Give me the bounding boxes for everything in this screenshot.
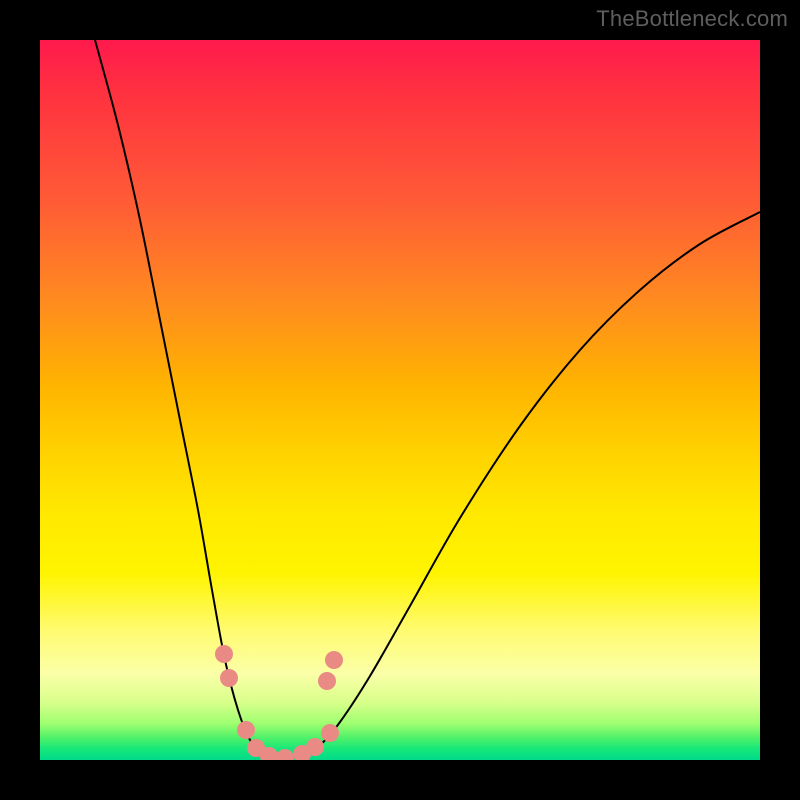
valley-marker (306, 738, 324, 756)
valley-marker (276, 749, 294, 760)
valley-marker (318, 672, 336, 690)
valley-marker (215, 645, 233, 663)
valley-marker (237, 721, 255, 739)
valley-marker (321, 724, 339, 742)
chart-frame: TheBottleneck.com (0, 0, 800, 800)
valley-marker (220, 669, 238, 687)
left-branch-curve (95, 40, 275, 759)
plot-svg (40, 40, 760, 760)
right-branch-curve (275, 212, 760, 759)
valley-marker (325, 651, 343, 669)
plot-area (40, 40, 760, 760)
watermark-text: TheBottleneck.com (596, 6, 788, 32)
